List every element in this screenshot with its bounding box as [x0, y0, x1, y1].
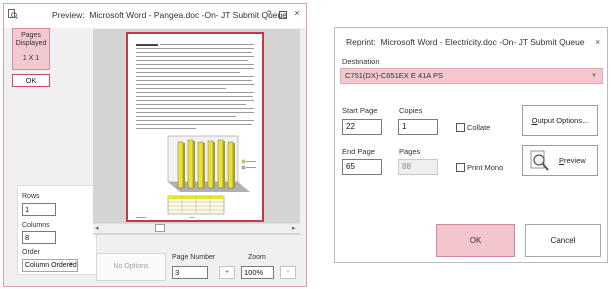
zoom-out-button[interactable]: - — [280, 266, 296, 279]
preview-ok-button[interactable]: OK — [12, 74, 50, 87]
copies-label: Copies — [399, 106, 423, 115]
copies-input[interactable]: 1 — [398, 119, 438, 135]
maximize-icon[interactable] — [279, 11, 287, 19]
pages-displayed-label: Pages Displayed — [15, 32, 47, 47]
zoom-label: Zoom — [248, 254, 266, 261]
reprint-title: Reprint: Microsoft Word - Electricity.do… — [346, 37, 585, 47]
page-thumbnail — [136, 44, 256, 218]
pages-displayed-value: 1 X 1 — [22, 55, 40, 62]
magnifier-icon — [530, 150, 549, 171]
scrollbar-thumb[interactable] — [155, 224, 165, 232]
print-mono-label: Print Mono — [467, 163, 504, 172]
pages-displayed-button[interactable]: Pages Displayed 1 X 1 — [12, 28, 50, 70]
page-number-input[interactable]: 3 — [172, 266, 208, 279]
collate-label: Collate — [467, 123, 491, 132]
scroll-left-icon[interactable]: ◂ — [95, 224, 99, 232]
reprint-ok-button[interactable]: OK — [436, 224, 515, 257]
end-page-label: End Page — [342, 147, 375, 156]
scroll-right-icon[interactable]: ▸ — [292, 224, 296, 232]
start-page-label: Start Page — [342, 106, 378, 115]
app-icon — [8, 9, 18, 19]
collate-checkbox[interactable] — [456, 123, 465, 132]
preview-title: Preview: Microsoft Word - Pangea.doc -On… — [52, 10, 287, 20]
destination-value: C751(DX)-C651EX E 41A PS — [345, 71, 443, 80]
destination-select[interactable]: C751(DX)-C651EX E 41A PS ▼ — [340, 68, 603, 84]
zoom-input[interactable]: 100% — [241, 266, 274, 279]
order-select[interactable]: Column Ordered ▼ — [22, 259, 78, 272]
pages-label: Pages — [399, 147, 421, 156]
start-page-input[interactable]: 22 — [342, 119, 382, 135]
reprint-close-button[interactable]: × — [595, 37, 600, 47]
preview-button-label: Preview — [559, 156, 586, 165]
preview-page — [126, 32, 264, 222]
chevron-down-icon: ▼ — [68, 262, 74, 268]
zoom-in-button[interactable]: + — [219, 266, 235, 279]
help-button[interactable]: ? — [263, 9, 275, 19]
print-mono-checkbox[interactable] — [456, 163, 465, 172]
end-page-input[interactable]: 65 — [342, 159, 382, 175]
preview-horizontal-scrollbar[interactable] — [93, 223, 300, 233]
output-options-button[interactable]: Output Options... — [522, 105, 598, 136]
rows-label: Rows — [22, 193, 40, 200]
preview-button[interactable]: Preview — [522, 145, 598, 176]
pages-count-field: 88 — [398, 159, 438, 175]
rows-input[interactable]: 1 — [22, 203, 56, 216]
destination-label: Destination — [342, 57, 380, 66]
order-label: Order — [22, 249, 40, 256]
reprint-cancel-button[interactable]: Cancel — [525, 224, 601, 257]
no-options-button[interactable]: No Options — [96, 253, 166, 281]
columns-label: Columns — [22, 222, 50, 229]
chevron-down-icon: ▼ — [591, 73, 597, 79]
preview-close-button[interactable]: × — [291, 8, 303, 18]
columns-input[interactable]: 8 — [22, 231, 56, 244]
page-number-label: Page Number — [172, 254, 216, 261]
